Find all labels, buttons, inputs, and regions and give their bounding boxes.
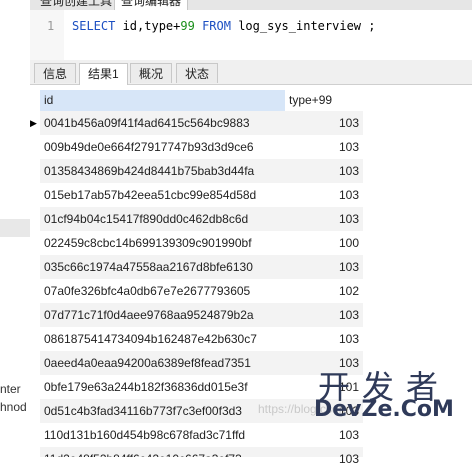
cell-type99[interactable]: 103 [285,111,363,135]
tab-result-1[interactable]: 结果1 [79,63,128,85]
table-row[interactable]: 035c66c1974a47558aa2167d8bfe6130 103 [30,255,372,279]
cell-type99[interactable]: 103 [285,447,363,466]
tab-query-editor[interactable]: 查询编辑器 [114,0,189,10]
table-row[interactable]: 015eb17ab57b42eea51cbc99e854d58d 103 [30,183,372,207]
cell-type99[interactable]: 103 [285,135,363,159]
cell-id[interactable]: 022459c8cbc14b699139309c901990bf [40,231,285,255]
cell-id[interactable]: 0bfe179e63a244b182f36836dd015e3f [40,375,285,399]
table-row[interactable]: 01358434869b424d8441b75bab3d44fa 103 [30,159,372,183]
table-row[interactable]: ▶ 0041b456a09f41f4ad6415c564bc9883 103 [30,111,372,135]
cell-type99[interactable]: 103 [285,207,363,231]
table-row[interactable]: 110d131b160d454b98c678fad3c71ffd 103 [30,423,372,447]
cell-type99[interactable]: 103 [285,327,363,351]
cell-id[interactable]: 01cf94b04c15417f890dd0c462db8c6d [40,207,285,231]
tab-profile[interactable]: 概况 [130,63,173,83]
cell-type99[interactable]: 103 [285,255,363,279]
cell-id[interactable]: 01358434869b424d8441b75bab3d44fa [40,159,285,183]
sql-table: log_sys_interview ; [230,19,376,33]
cell-id[interactable]: 015eb17ab57b42eea51cbc99e854d58d [40,183,285,207]
cell-id[interactable]: 11d2e48f52b84ff6c42e10c667a3ef73 [40,447,285,457]
sql-keyword-from: FROM [202,19,231,33]
cell-id[interactable]: 0d51c4b3fad34116b773f7c3ef00f3d3 [40,399,285,423]
table-row[interactable]: 022459c8cbc14b699139309c901990bf 100 [30,231,372,255]
cell-id[interactable]: 0aeed4a0eaa94200a6389ef8fead7351 [40,351,285,375]
column-header-type99[interactable]: type+99 [285,90,363,111]
sql-keyword-select: SELECT [72,19,116,33]
result-tab-bar: 信息 结果1 概况 状态 [30,60,472,85]
table-row[interactable]: 009b49de0e664f27917747b93d3d9ce6 103 [30,135,372,159]
cell-type99[interactable]: 103 [285,159,363,183]
current-row-marker-icon: ▶ [30,118,37,128]
line-number: 1 [47,19,55,33]
table-row[interactable]: 07d771c71f0d4aee9768aa9524879b2a 103 [30,303,372,327]
cell-id[interactable]: 0041b456a09f41f4ad6415c564bc9883 [40,111,285,135]
cell-id[interactable]: 07d771c71f0d4aee9768aa9524879b2a [40,303,285,327]
cell-type99[interactable]: 103 [285,303,363,327]
cell-type99[interactable]: 103 [285,423,363,447]
sql-space [195,19,202,33]
table-row[interactable]: 01cf94b04c15417f890dd0c462db8c6d 103 [30,207,372,231]
sql-code-line[interactable]: SELECT id,type+99 FROM log_sys_interview… [72,19,375,33]
grid-header: id type+99 [30,90,372,111]
sql-number: 99 [180,19,195,33]
left-panel-selected-row[interactable] [0,219,30,237]
cell-type99[interactable]: 103 [285,183,363,207]
cell-id[interactable]: 07a0fe326bfc4a0db67e7e2677793605 [40,279,285,303]
tab-status[interactable]: 状态 [176,63,219,83]
tab-info[interactable]: 信息 [34,63,77,83]
column-header-id[interactable]: id [40,90,285,111]
table-row[interactable]: 07a0fe326bfc4a0db67e7e2677793605 102 [30,279,372,303]
cell-type99[interactable]: 102 [285,279,363,303]
tab-query-builder[interactable]: 查询创建工具 [34,0,118,10]
cell-type99[interactable]: 100 [285,231,363,255]
cell-id[interactable]: 0861875414734094b162487e42b630c7 [40,327,285,351]
cell-id[interactable]: 009b49de0e664f27917747b93d3d9ce6 [40,135,285,159]
sql-editor[interactable]: 1 SELECT id,type+99 FROM log_sys_intervi… [30,10,472,60]
left-panel-cut-text: hnod [0,400,27,414]
watermark-logo-en: DevZe.CoM [314,397,454,422]
editor-tab-bar: 查询创建工具 查询编辑器 [30,0,472,10]
cell-id[interactable]: 110d131b160d454b98c678fad3c71ffd [40,423,285,447]
sql-columns: id,type+ [115,19,181,33]
cell-id[interactable]: 035c66c1974a47558aa2167d8bfe6130 [40,255,285,279]
table-row[interactable]: 0861875414734094b162487e42b630c7 103 [30,327,372,351]
left-panel: nter hnod [0,0,30,430]
left-panel-cut-text: nter [0,382,21,396]
line-number-gutter [30,10,64,60]
